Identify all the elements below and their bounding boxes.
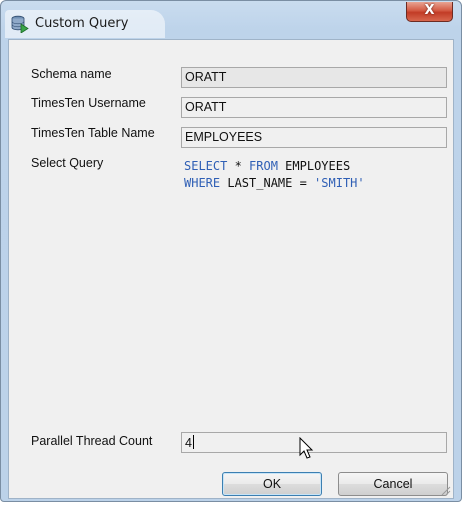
window-title: Custom Query [35,16,129,31]
mouse-pointer-icon [299,437,314,459]
custom-query-dialog: Custom Query X Schema name ORATT TimesTe… [0,0,462,502]
timesten-username-label: TimesTen Username [31,96,146,110]
text-caret [192,435,194,449]
select-query-editor[interactable]: SELECT * FROM EMPLOYEES WHERE LAST_NAME … [181,152,447,422]
dialog-content: Schema name ORATT TimesTen Username ORAT… [8,39,454,499]
database-icon [11,15,29,33]
schema-name-label: Schema name [31,67,112,81]
parallel-thread-count-label: Parallel Thread Count [31,434,153,448]
timesten-username-field[interactable]: ORATT [181,97,447,118]
timesten-table-name-label: TimesTen Table Name [31,126,155,140]
resize-grip-icon[interactable] [440,485,451,496]
sql-string-literal: 'SMITH' [314,176,365,190]
schema-name-field[interactable]: ORATT [181,67,447,88]
sql-text: * [227,159,250,173]
cancel-button[interactable]: Cancel [338,472,448,496]
close-icon: X [424,3,435,18]
sql-text: EMPLOYEES [277,159,351,173]
select-query-label: Select Query [31,156,104,170]
sql-keyword-where: WHERE [184,176,221,190]
ok-button[interactable]: OK [222,472,322,496]
close-button[interactable]: X [406,2,453,22]
title-bar[interactable]: Custom Query X [1,1,461,39]
timesten-table-name-field[interactable]: EMPLOYEES [181,127,447,148]
sql-keyword-from: FROM [249,159,278,173]
parallel-thread-count-value: 4 [185,436,192,450]
sql-text: LAST_NAME = [220,176,315,190]
sql-keyword-select: SELECT [184,159,228,173]
